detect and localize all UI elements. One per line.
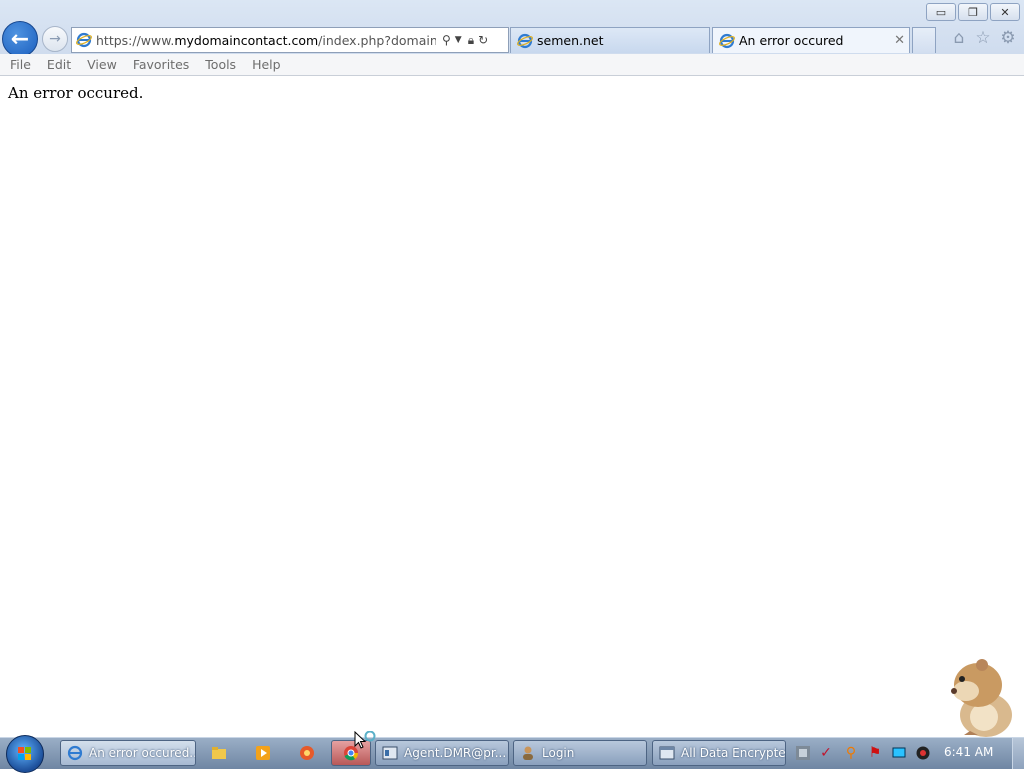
back-arrow-icon: ←: [10, 26, 30, 52]
start-button[interactable]: [6, 735, 44, 773]
dropdown-icon[interactable]: ▼: [455, 35, 462, 45]
taskbar-item-label: An error occured...: [89, 746, 196, 760]
url-prefix: https://www.: [96, 32, 175, 48]
taskbar-item-login[interactable]: Login: [513, 740, 647, 766]
media-player-icon: [256, 746, 270, 760]
gear-icon[interactable]: ⚙: [998, 28, 1018, 48]
refresh-icon[interactable]: ↻: [478, 33, 488, 47]
tab-error[interactable]: An error occured ✕: [712, 27, 910, 53]
taskbar-media-player[interactable]: [244, 740, 282, 766]
new-tab-button[interactable]: [912, 27, 936, 53]
menu-favorites[interactable]: Favorites: [133, 57, 189, 72]
menu-file[interactable]: File: [10, 57, 31, 72]
taskbar-explorer[interactable]: [200, 740, 238, 766]
browser-chrome: ▭ ❐ ✕ ← → https://www.mydomaincontact.co…: [0, 0, 1024, 57]
menu-tools[interactable]: Tools: [205, 57, 236, 72]
tab-label: An error occured: [739, 33, 844, 48]
menu-help[interactable]: Help: [252, 57, 281, 72]
address-bar[interactable]: https://www.mydomaincontact.com/index.ph…: [71, 27, 509, 53]
taskbar-item-agent[interactable]: Agent.DMR@pr...: [375, 740, 509, 766]
taskbar-item-encrypted[interactable]: All Data Encrypted: [652, 740, 786, 766]
restore-button[interactable]: ❐: [958, 3, 988, 21]
taskbar-item-label: Login: [542, 746, 575, 760]
taskbar-item-label: All Data Encrypted: [681, 746, 786, 760]
menu-bar: File Edit View Favorites Tools Help: [0, 54, 1024, 76]
lock-icon[interactable]: 🔒︎: [468, 33, 474, 48]
taskbar-app[interactable]: [288, 740, 326, 766]
tray-volume-icon[interactable]: [914, 744, 932, 762]
back-button[interactable]: ←: [2, 21, 38, 57]
show-desktop-button[interactable]: [1012, 738, 1024, 769]
error-message: An error occured.: [8, 84, 144, 102]
favorites-star-icon[interactable]: ☆: [973, 28, 993, 48]
app-icon: [300, 746, 314, 760]
taskbar-item-label: Agent.DMR@pr...: [404, 746, 507, 760]
mouse-cursor-icon: [354, 731, 376, 749]
folder-icon: [212, 747, 226, 759]
window-app-icon: [382, 746, 398, 760]
tray-flag-icon[interactable]: ⚑: [866, 744, 884, 762]
forward-arrow-icon: →: [49, 31, 61, 47]
taskbar-item-ie[interactable]: An error occured...: [60, 740, 196, 766]
ie-icon: [719, 33, 735, 48]
ie-icon: [76, 32, 92, 48]
forward-button[interactable]: →: [42, 26, 68, 52]
tab-label: semen.net: [537, 33, 604, 48]
clock[interactable]: 6:41 AM: [944, 745, 993, 759]
minimize-button[interactable]: ▭: [926, 3, 956, 21]
tray-monitor-icon[interactable]: [890, 744, 908, 762]
ie-icon: [67, 745, 83, 761]
mascot-hamster-image: [951, 659, 1012, 737]
url-path: /index.php?domain_name=: [318, 32, 436, 48]
close-window-button[interactable]: ✕: [990, 3, 1020, 21]
window-app-icon: [659, 746, 675, 760]
home-icon[interactable]: ⌂: [949, 28, 969, 48]
search-icon[interactable]: ⚲: [442, 33, 451, 47]
ie-icon: [517, 33, 533, 48]
close-tab-icon[interactable]: ✕: [894, 33, 905, 48]
taskbar: An error occured... Agent.DMR@pr... Logi…: [0, 735, 1024, 773]
url-domain: mydomaincontact.com: [174, 32, 319, 48]
windows-logo-icon: [18, 747, 31, 760]
menu-view[interactable]: View: [87, 57, 117, 72]
user-icon: [523, 746, 533, 760]
tab-semen-net[interactable]: semen.net: [510, 27, 710, 53]
tray-network-icon[interactable]: [794, 744, 812, 762]
tray-search-icon[interactable]: ⚲: [842, 744, 860, 762]
tray-check-icon[interactable]: ✓: [817, 744, 835, 762]
menu-edit[interactable]: Edit: [47, 57, 71, 72]
url-text[interactable]: https://www.mydomaincontact.com/index.ph…: [96, 33, 436, 48]
